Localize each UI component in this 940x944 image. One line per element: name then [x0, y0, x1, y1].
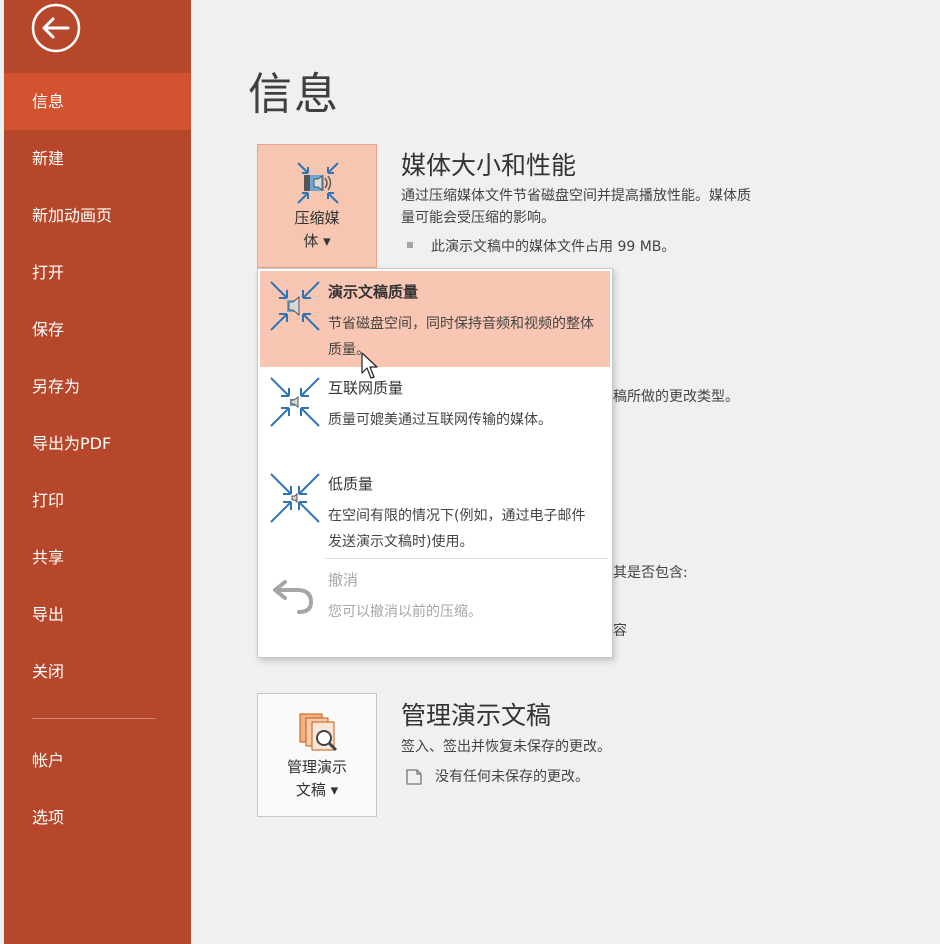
unsaved-changes-status: 没有任何未保存的更改。: [403, 766, 589, 786]
sidebar-item-new[interactable]: 新建: [4, 130, 191, 187]
compress-media-dropdown: 演示文稿质量 节省磁盘空间，同时保持音频和视频的整体质量。 互联网质量 质量可媲…: [257, 268, 613, 658]
compress-media-button[interactable]: 压缩媒 体 ▾: [257, 144, 377, 268]
back-arrow-icon: [31, 3, 81, 53]
menu-item-low-quality[interactable]: 低质量 在空间有限的情况下(例如，通过电子邮件发送演示文稿时)使用。: [260, 463, 610, 559]
sidebar-item-print[interactable]: 打印: [4, 472, 191, 529]
compress-media-icon: [297, 162, 339, 204]
compress-media-label: 压缩媒 体 ▾: [294, 209, 340, 250]
sidebar-item-save-as[interactable]: 另存为: [4, 358, 191, 415]
hidden-text-fragment: 稿所做的更改类型。: [613, 389, 739, 405]
sidebar-item-options[interactable]: 选项: [4, 789, 191, 846]
sidebar-item-account[interactable]: 帐户: [4, 732, 191, 789]
media-size-info: 此演示文稿中的媒体文件占用 99 MB。: [407, 236, 675, 256]
bullet-square-icon: [407, 242, 413, 248]
internet-quality-icon: [270, 377, 320, 427]
menu-item-title: 撤消: [328, 571, 359, 589]
menu-item-title: 低质量: [328, 475, 374, 493]
sidebar-item-save[interactable]: 保存: [4, 301, 191, 358]
manage-section-desc: 签入、签出并恢复未保存的更改。: [401, 739, 611, 755]
sidebar-item-share[interactable]: 共享: [4, 529, 191, 586]
menu-item-title: 互联网质量: [328, 379, 404, 397]
manage-presentation-label: 管理演示 文稿 ▾: [286, 758, 347, 799]
media-section-title: 媒体大小和性能: [401, 151, 577, 180]
sidebar-item-export-pdf[interactable]: 导出为PDF: [4, 415, 191, 472]
sidebar-item-new-animation-page[interactable]: 新加动画页: [4, 187, 191, 244]
sidebar-item-close[interactable]: 关闭: [4, 643, 191, 700]
hidden-text-fragment: 容: [613, 623, 627, 639]
menu-item-title: 演示文稿质量: [328, 283, 419, 301]
low-quality-icon: [270, 473, 320, 523]
hidden-text-fragment: 其是否包含:: [613, 565, 688, 581]
manage-presentation-icon: [299, 713, 338, 752]
menu-item-internet-quality[interactable]: 互联网质量 质量可媲美通过互联网传输的媒体。: [260, 367, 610, 463]
menu-item-desc: 您可以撤消以前的压缩。: [328, 604, 482, 620]
back-button[interactable]: [30, 2, 82, 54]
menu-item-undo[interactable]: 撤消 您可以撤消以前的压缩。: [260, 559, 610, 649]
menu-item-desc: 在空间有限的情况下(例如，通过电子邮件发送演示文稿时)使用。: [328, 508, 586, 550]
menu-item-presentation-quality[interactable]: 演示文稿质量 节省磁盘空间，同时保持音频和视频的整体质量。: [260, 271, 610, 367]
sidebar-divider: [32, 718, 156, 719]
menu-item-desc: 质量可媲美通过互联网传输的媒体。: [328, 412, 552, 428]
page-title: 信息: [248, 69, 340, 120]
sidebar-item-open[interactable]: 打开: [4, 244, 191, 301]
sidebar-item-info[interactable]: 信息: [4, 73, 191, 130]
undo-icon: [273, 580, 314, 614]
backstage-sidebar: 信息 新建 新加动画页 打开 保存 另存为 导出为PDF 打印 共享 导出 关闭…: [4, 0, 191, 944]
presentation-quality-icon: [270, 281, 320, 331]
document-icon: [406, 769, 422, 785]
media-section-desc: 通过压缩媒体文件节省磁盘空间并提高播放性能。媒体质 量可能会受压缩的影响。: [401, 188, 751, 226]
mouse-cursor-icon: [361, 352, 378, 379]
manage-presentation-button[interactable]: 管理演示 文稿 ▾: [257, 693, 377, 817]
manage-section-title: 管理演示文稿: [401, 701, 552, 730]
sidebar-item-export[interactable]: 导出: [4, 586, 191, 643]
